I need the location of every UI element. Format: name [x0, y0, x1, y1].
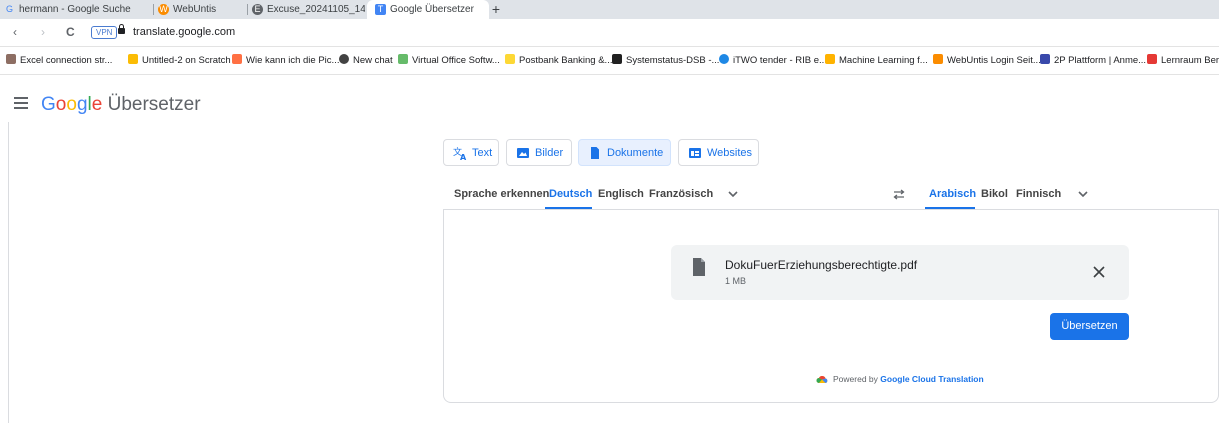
bookmark-favicon-icon [128, 54, 138, 64]
tab-label: hermann - Google Suche [19, 4, 131, 15]
postbank-icon [505, 54, 515, 64]
translate-icon: 文 A [453, 146, 467, 160]
tab-google-translate[interactable]: T Google Übersetzer [367, 0, 489, 19]
source-lang-deutsch[interactable]: Deutsch [549, 187, 592, 201]
left-divider [8, 122, 9, 423]
tab-google-search[interactable]: Ghermann - Google Suche [4, 0, 154, 19]
document-icon [591, 147, 599, 159]
tab-strip: Ghermann - Google Suche W WebUntis E Excus… [0, 0, 1219, 19]
svg-text:A: A [460, 153, 467, 160]
url-input[interactable]: translate.google.com [133, 24, 235, 40]
google-cloud-icon [816, 376, 828, 383]
file-card [671, 245, 1129, 300]
bookmark-favicon-icon [719, 54, 729, 64]
new-tab-button[interactable]: + [488, 1, 504, 17]
bookmark-item[interactable]: Virtual Office Softw... [398, 54, 500, 67]
mode-text-button[interactable]: 文 A Text [443, 139, 499, 166]
bookmark-item[interactable]: Lernraum Ber [1147, 54, 1219, 67]
edge-favicon-icon: E [252, 3, 263, 15]
bookmark-item[interactable]: Wie kann ich die Pic... [232, 54, 339, 67]
target-lang-finnisch[interactable]: Finnisch [1016, 187, 1061, 201]
bookmark-item[interactable]: WebUntis Login Seit... [933, 54, 1041, 67]
website-icon [689, 148, 701, 158]
tab-label: Google Übersetzer [390, 4, 474, 15]
google-translate-logo[interactable]: Google Übersetzer [41, 93, 201, 117]
bookmark-favicon-icon [1147, 54, 1157, 64]
bookmark-item[interactable]: New chat [339, 54, 393, 67]
google-cloud-translation-link[interactable]: Google Cloud Translation [880, 374, 983, 384]
powered-by: Powered by Google Cloud Translation [816, 373, 984, 385]
bookmark-item[interactable]: Postbank Banking &... [505, 54, 612, 67]
source-more-languages-chevron-down-icon[interactable] [726, 187, 740, 201]
mode-websites-button[interactable]: Websites [678, 139, 759, 166]
bookmark-favicon-icon [398, 54, 408, 64]
target-lang-arabisch[interactable]: Arabisch [929, 187, 976, 201]
address-bar: ‹ › C VPN translate.google.com [0, 19, 1219, 47]
translate-favicon-icon: T [375, 3, 386, 15]
source-lang-franzoesisch[interactable]: Französisch [649, 187, 713, 201]
bookmark-item[interactable]: 2P Plattform | Anme... [1040, 54, 1146, 67]
mode-images-button[interactable]: Bilder [506, 139, 572, 166]
google-favicon-icon: G [5, 3, 13, 14]
source-lang-detect[interactable]: Sprache erkennen [454, 187, 549, 201]
swap-languages-icon[interactable] [891, 186, 907, 202]
bookmark-item[interactable]: Untitled-2 on Scratch [128, 54, 231, 67]
webuntis-favicon-icon: W [158, 3, 169, 15]
bookmark-favicon-icon [232, 54, 242, 64]
source-lang-englisch[interactable]: Englisch [598, 187, 644, 201]
bookmark-item[interactable]: iTWO tender - RIB e... [719, 54, 827, 67]
main-menu-icon[interactable] [14, 97, 28, 109]
file-size: 1 MB [725, 276, 747, 286]
file-name: DokuFuerErziehungsberechtigte.pdf [725, 258, 918, 272]
vpn-badge[interactable]: VPN [91, 26, 118, 39]
bookmark-favicon-icon [1040, 54, 1050, 64]
tab-separator [153, 4, 154, 15]
back-button[interactable]: ‹ [13, 23, 17, 41]
chatgpt-icon [339, 54, 349, 64]
reload-button[interactable]: C [66, 23, 75, 41]
target-more-languages-chevron-down-icon[interactable] [1076, 187, 1090, 201]
lock-icon[interactable] [118, 24, 125, 34]
tab-label: Excuse_20241105_1410.p... [267, 4, 365, 15]
translate-button[interactable]: Übersetzen [1050, 313, 1129, 340]
bookmark-favicon-icon [612, 54, 622, 64]
file-icon [693, 258, 705, 276]
bookmarks-bar: Excel connection str... Untitled-2 on Sc… [0, 47, 1219, 75]
bookmark-favicon-icon [933, 54, 943, 64]
bookmark-favicon-icon [825, 54, 835, 64]
bookmark-favicon-icon [6, 54, 16, 64]
tab-label: WebUntis [173, 4, 217, 15]
tab-webuntis[interactable]: W WebUntis [158, 0, 238, 19]
image-icon [517, 148, 529, 158]
mode-documents-button[interactable]: Dokumente [578, 139, 671, 166]
bookmark-item[interactable]: Systemstatus-DSB -... [612, 54, 719, 67]
product-name: Übersetzer [107, 94, 201, 115]
bookmark-item[interactable]: Excel connection str... [6, 54, 112, 67]
target-lang-bikol[interactable]: Bikol [981, 187, 1008, 201]
tab-excuse-pdf[interactable]: E Excuse_20241105_1410.p... [252, 0, 365, 19]
bookmark-item[interactable]: Machine Learning f... [825, 54, 928, 67]
tab-separator [247, 4, 248, 15]
remove-file-close-icon[interactable] [1092, 265, 1106, 279]
forward-button[interactable]: › [41, 23, 45, 41]
